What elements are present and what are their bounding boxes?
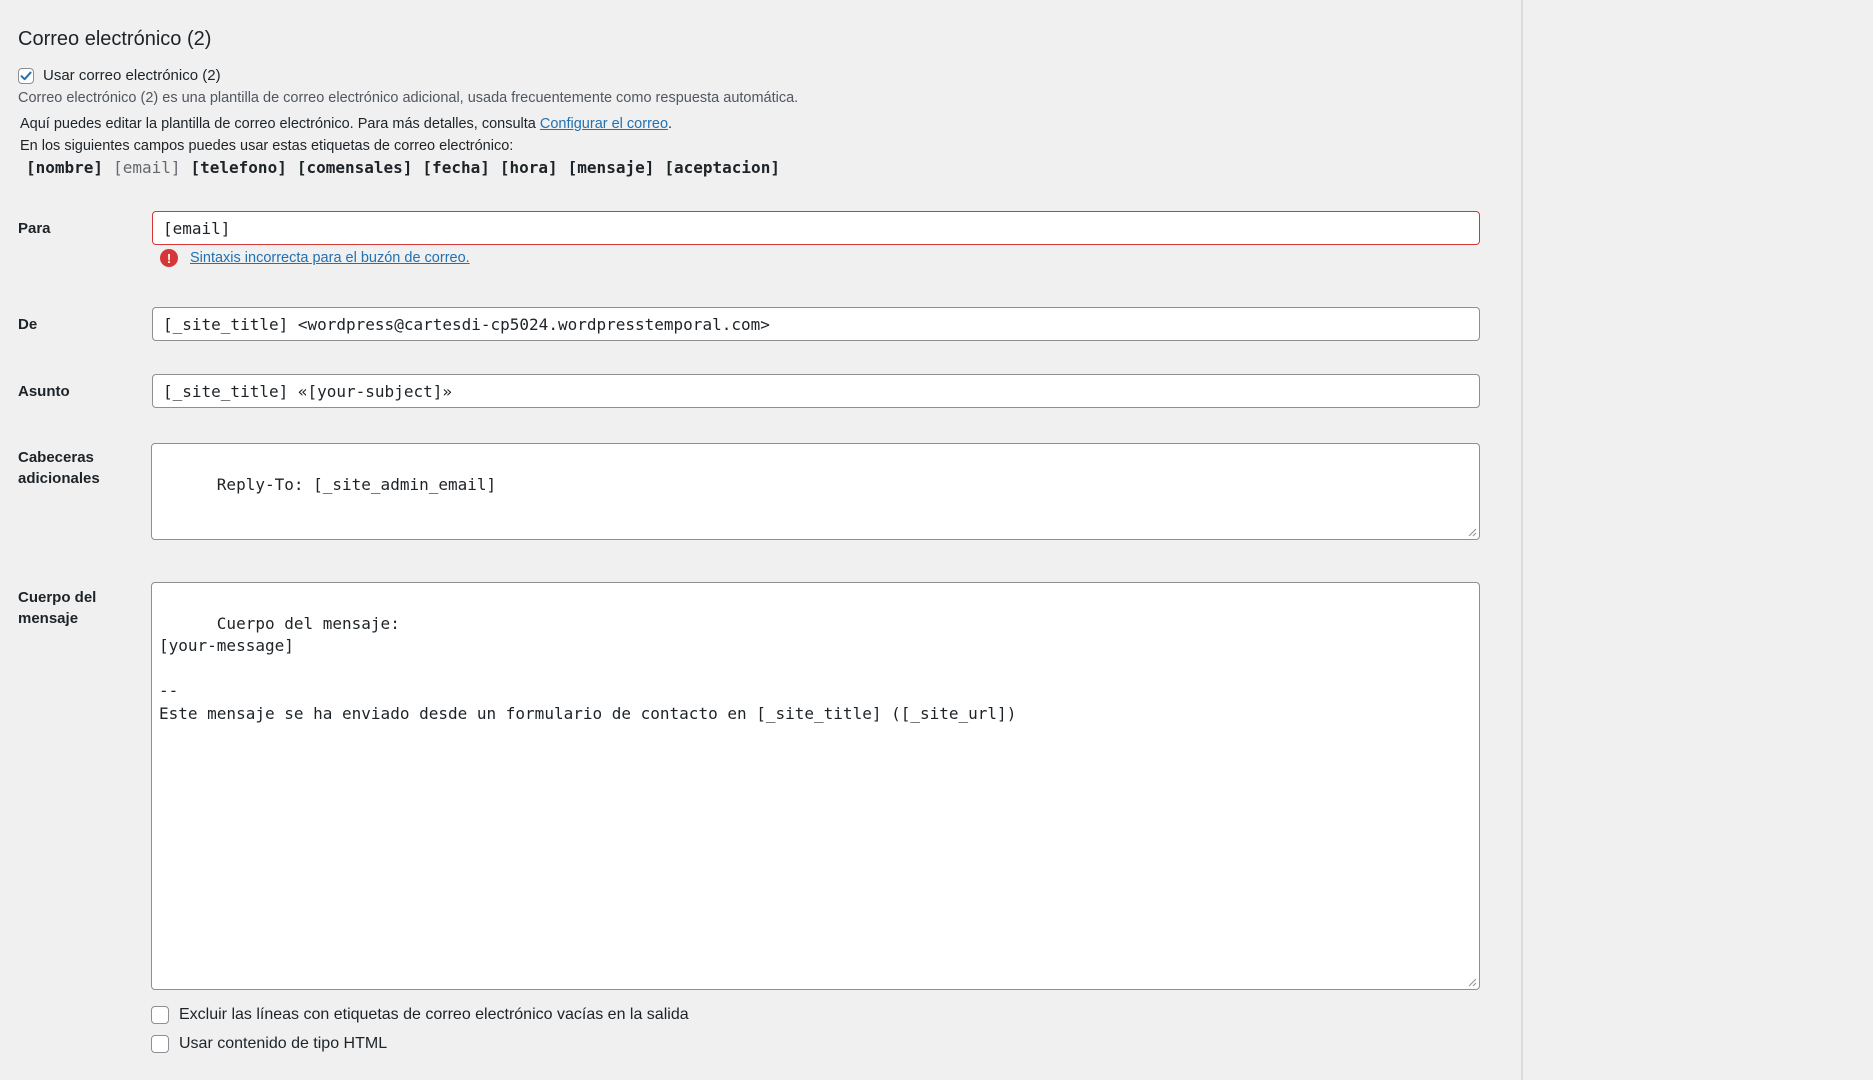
to-label: Para [18,220,51,237]
resize-handle-icon[interactable] [1468,978,1477,987]
section-description: Correo electrónico (2) es una plantilla … [18,90,799,106]
mail-tag: [fecha] [422,158,490,177]
to-error: ! Sintaxis incorrecta para el buzón de c… [160,249,470,267]
additional-headers-value: Reply-To: [_site_admin_email] [216,474,497,494]
section-title: Correo electrónico (2) [18,28,212,50]
right-sidebar [1523,0,1873,1080]
tags-intro: En los siguientes campos puedes usar est… [20,138,514,154]
body-label: Cuerpo del mensaje [18,587,96,629]
exclude-blank-label: Excluir las líneas con etiquetas de corr… [179,1006,689,1023]
info-text-body: Aquí puedes editar la plantilla de corre… [20,116,540,132]
message-body-value: Cuerpo del mensaje: [your-message] -- Es… [159,613,1017,723]
body-label-line-2: mensaje [18,610,79,627]
mail-tag: [nombre] [26,158,104,177]
mail-tag: [comensales] [296,158,413,177]
configure-mail-link[interactable]: Configurar el correo [540,116,668,132]
exclude-blank-option[interactable]: Excluir las líneas con etiquetas de corr… [151,1006,689,1024]
info-text-end: . [668,116,673,132]
additional-headers-textarea[interactable]: Reply-To: [_site_admin_email] [151,443,1480,540]
use-html-checkbox[interactable] [151,1035,169,1053]
resize-handle-icon[interactable] [1468,528,1477,537]
subject-field[interactable]: [_site_title] «[your-subject]» [152,374,1480,408]
from-label: De [18,316,38,333]
mail-tag: [aceptacion] [664,158,780,177]
mail-tag: [mensaje] [567,158,655,177]
subject-label: Asunto [18,383,70,400]
mail-tag: [hora] [499,158,558,177]
mail-tag-unused: [email] [113,158,181,177]
mail-tag: [telefono] [190,158,287,177]
use-html-label: Usar contenido de tipo HTML [179,1035,388,1052]
checkmark-icon [20,71,32,80]
headers-label-line-1: Cabeceras [18,449,94,466]
exclude-blank-checkbox[interactable] [151,1006,169,1024]
to-field[interactable]: [email] [152,211,1480,245]
page: Correo electrónico (2) Usar correo elect… [0,0,1873,1080]
mail-2-panel: Correo electrónico (2) Usar correo elect… [0,0,1521,1080]
to-error-link[interactable]: Sintaxis incorrecta para el buzón de cor… [190,250,470,266]
use-html-option[interactable]: Usar contenido de tipo HTML [151,1035,387,1053]
use-mail-2-checkbox[interactable] [18,67,34,84]
use-mail-2-toggle[interactable]: Usar correo electrónico (2) [18,67,221,84]
headers-label: Cabeceras adicionales [18,447,100,489]
from-field[interactable]: [_site_title] <wordpress@cartesdi-cp5024… [152,307,1480,341]
info-text: Aquí puedes editar la plantilla de corre… [20,116,672,132]
error-icon: ! [160,249,178,267]
headers-label-line-2: adicionales [18,470,100,487]
message-body-textarea[interactable]: Cuerpo del mensaje: [your-message] -- Es… [151,582,1480,990]
use-mail-2-label: Usar correo electrónico (2) [43,67,221,84]
body-label-line-1: Cuerpo del [18,589,97,606]
mail-tags: [nombre] [email] [telefono] [comensales]… [26,158,780,177]
